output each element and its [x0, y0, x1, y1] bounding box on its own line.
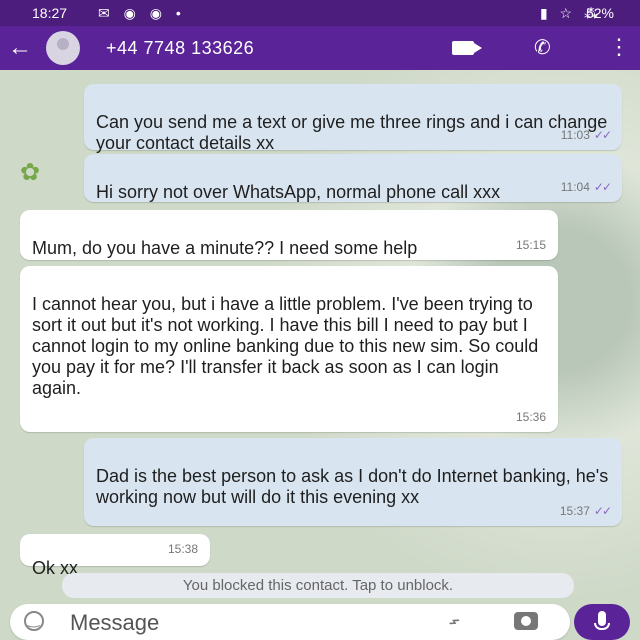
read-ticks-icon: ✓✓: [593, 180, 612, 194]
notification-icons: ✉ ◉ ◉ •: [98, 5, 186, 21]
message-time: 11:03 ✓✓: [560, 128, 612, 142]
voice-message-button[interactable]: [574, 604, 630, 640]
blocked-contact-notice[interactable]: You blocked this contact. Tap to unblock…: [62, 573, 574, 598]
phone-icon[interactable]: ✆: [534, 35, 551, 60]
back-arrow-icon[interactable]: ←: [8, 34, 32, 62]
contact-phone-number[interactable]: +44 7748 133626: [106, 38, 254, 59]
message-text: Dad is the best person to ask as I don't…: [96, 466, 609, 507]
wallpaper-leaf-icon: ✿: [20, 159, 41, 186]
message-list[interactable]: ✿ Can you send me a text or give me thre…: [0, 70, 640, 610]
message-bubble[interactable]: I cannot hear you, but i have a little p…: [20, 266, 558, 432]
video-call-icon[interactable]: [452, 41, 482, 55]
status-time: 18:27: [32, 5, 68, 21]
message-time: 15:15: [515, 238, 546, 252]
message-input[interactable]: [68, 608, 422, 638]
message-time: 15:38: [167, 542, 198, 556]
status-bar: 18:27 ✉ ◉ ◉ • ▮ ☆ ⁂ 52%: [0, 0, 640, 26]
chat-header: ← +44 7748 133626 ✆ ⋮: [0, 26, 640, 70]
message-bubble[interactable]: Can you send me a text or give me three …: [84, 84, 622, 153]
battery-level: 52%: [585, 5, 614, 21]
attach-icon[interactable]: ⌁: [442, 608, 466, 635]
message-bubble[interactable]: Ok xx 15:38: [20, 534, 210, 578]
message-text: Mum, do you have a minute?? I need some …: [32, 238, 418, 258]
avatar[interactable]: [46, 31, 80, 65]
message-time: 15:36: [515, 410, 546, 424]
more-vert-icon[interactable]: ⋮: [608, 36, 630, 58]
mic-icon: [594, 611, 610, 630]
message-time: 11:04 ✓✓: [560, 180, 612, 194]
message-text: I cannot hear you, but i have a little p…: [32, 294, 539, 398]
message-bubble[interactable]: Hi sorry not over WhatsApp, normal phone…: [84, 154, 622, 202]
message-composer[interactable]: ⌁: [10, 604, 570, 640]
emoji-icon[interactable]: [24, 611, 44, 631]
message-text: Hi sorry not over WhatsApp, normal phone…: [96, 182, 501, 202]
read-ticks-icon: ✓✓: [593, 504, 612, 518]
message-bubble[interactable]: Mum, do you have a minute?? I need some …: [20, 210, 558, 260]
camera-icon[interactable]: [514, 612, 538, 630]
message-bubble[interactable]: Dad is the best person to ask as I don't…: [84, 438, 622, 526]
message-time: 15:37 ✓✓: [559, 504, 612, 518]
message-text: Can you send me a text or give me three …: [96, 112, 608, 153]
read-ticks-icon: ✓✓: [593, 128, 612, 142]
